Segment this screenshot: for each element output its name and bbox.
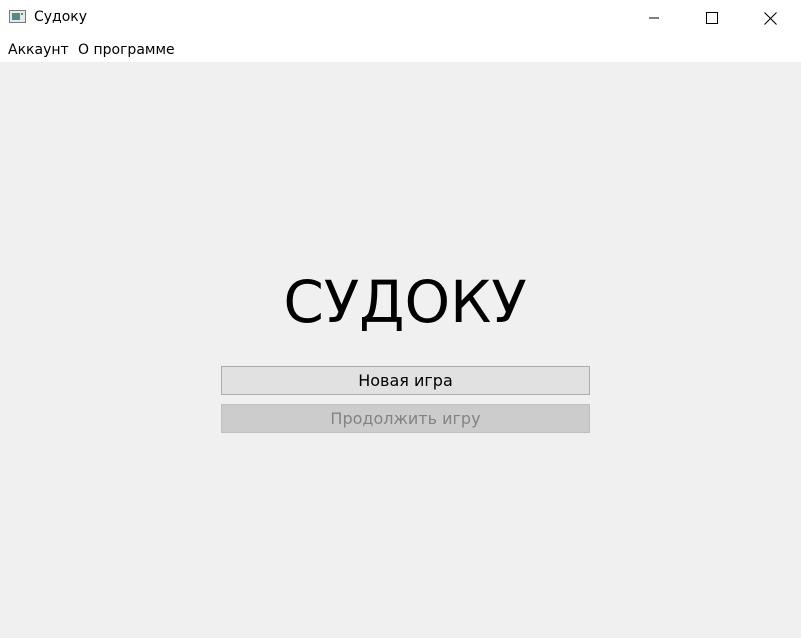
close-button[interactable] bbox=[741, 0, 799, 36]
app-window: Судоку Аккаунт О программе СУДОКУ Новая … bbox=[0, 0, 801, 638]
minimize-icon bbox=[649, 17, 659, 19]
app-window-icon bbox=[9, 10, 26, 23]
continue-game-button-label: Продолжить игру bbox=[330, 409, 481, 428]
close-icon bbox=[763, 11, 777, 25]
main-content: СУДОКУ Новая игра Продолжить игру bbox=[0, 62, 801, 638]
new-game-button[interactable]: Новая игра bbox=[221, 366, 590, 395]
maximize-icon bbox=[706, 12, 718, 24]
menu-bar: Аккаунт О программе bbox=[0, 36, 801, 62]
menu-item-about[interactable]: О программе bbox=[78, 42, 175, 58]
continue-game-button: Продолжить игру bbox=[221, 404, 590, 433]
menu-item-account[interactable]: Аккаунт bbox=[8, 42, 69, 58]
title-bar[interactable]: Судоку bbox=[0, 0, 801, 36]
maximize-button[interactable] bbox=[683, 0, 741, 36]
game-title: СУДОКУ bbox=[283, 268, 527, 336]
window-title: Судоку bbox=[34, 9, 88, 25]
minimize-button[interactable] bbox=[625, 0, 683, 36]
new-game-button-label: Новая игра bbox=[358, 371, 453, 390]
